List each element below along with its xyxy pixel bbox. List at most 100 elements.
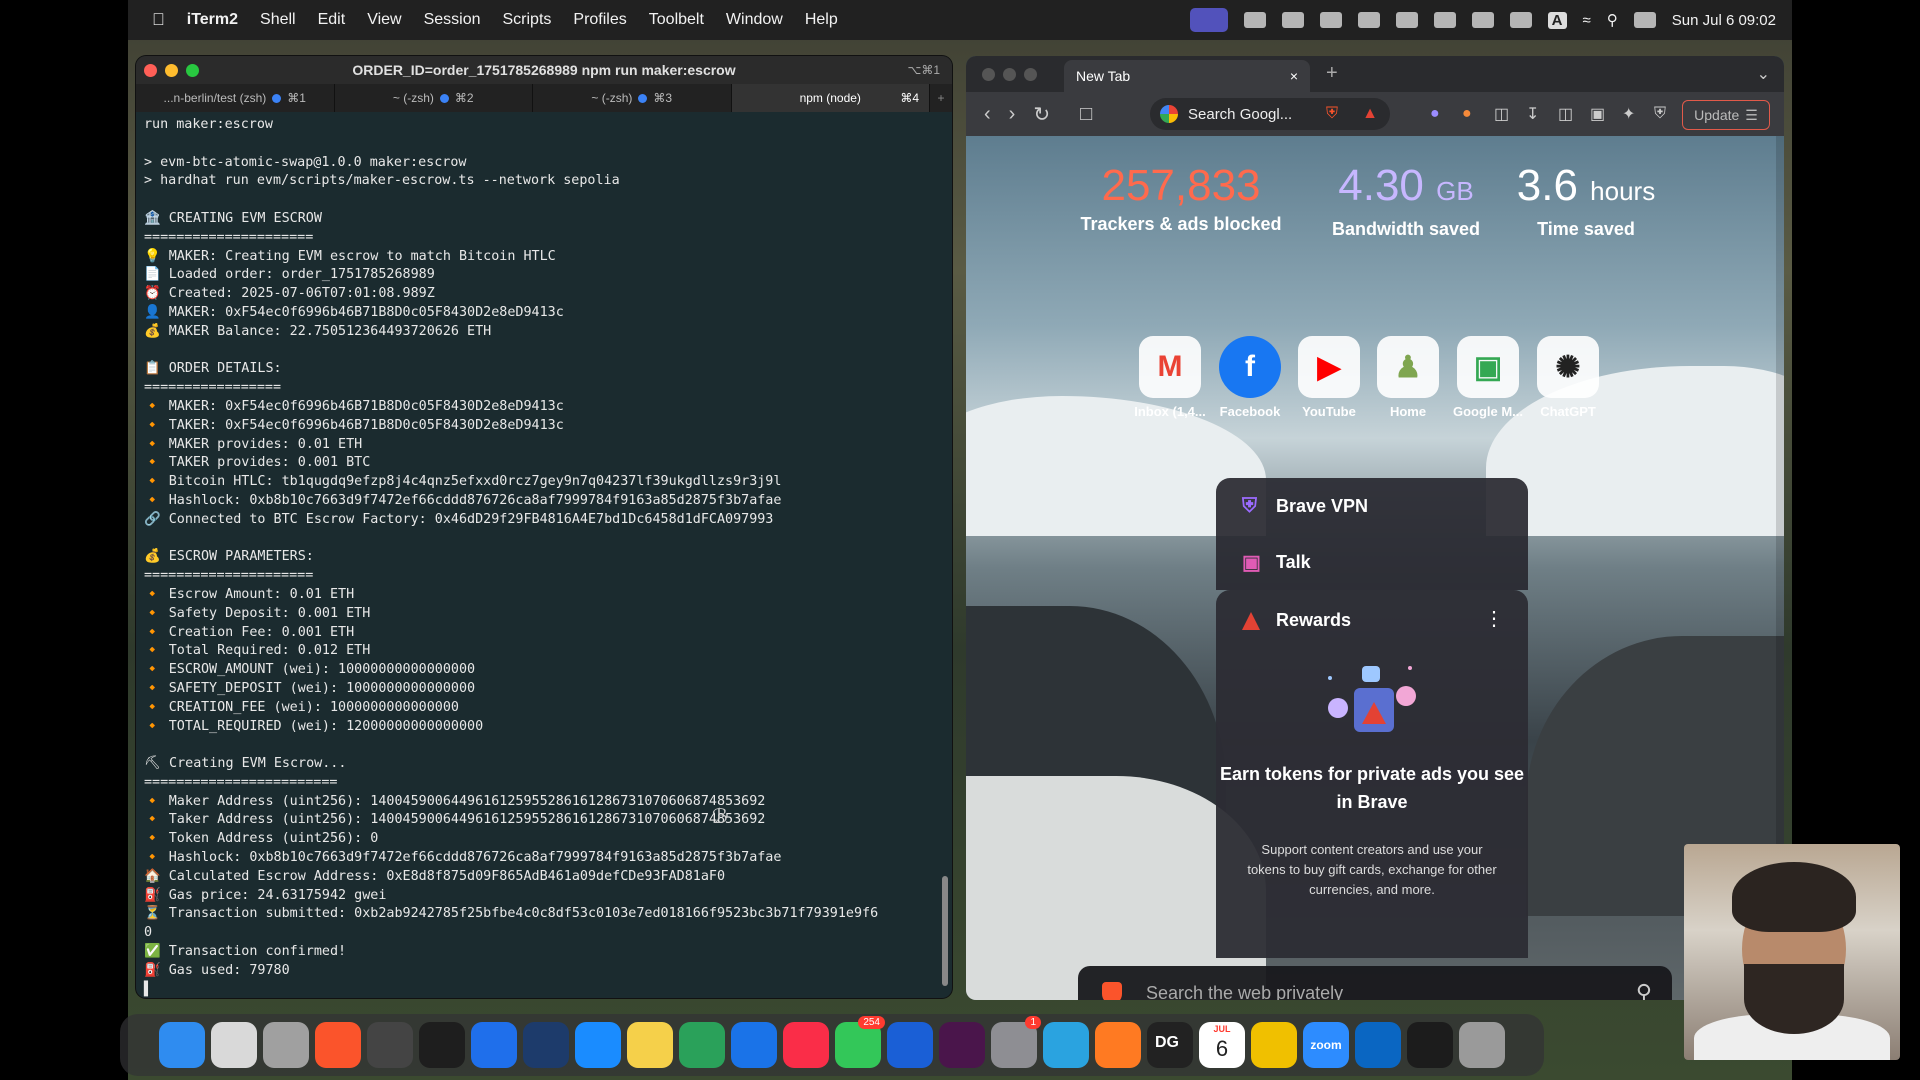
dock-telegram-icon[interactable] bbox=[1043, 1022, 1089, 1068]
screen-share-icon[interactable] bbox=[1189, 8, 1228, 32]
brave-window: New Tab × + ⌄ ‹ › ↻ □ Search Googl... ⛨ … bbox=[966, 56, 1784, 1000]
menu-item-profiles[interactable]: Profiles bbox=[573, 11, 626, 29]
terminal-line: > evm-btc-atomic-swap@1.0.0 maker:escrow bbox=[144, 154, 467, 170]
close-tab-icon[interactable]: × bbox=[1290, 68, 1298, 84]
menu-item-app[interactable]: iTerm2 bbox=[187, 11, 238, 29]
tab-search-chevron-icon[interactable]: ⌄ bbox=[1757, 64, 1770, 84]
dock-app-store-icon[interactable] bbox=[575, 1022, 621, 1068]
dock-app-gray-icon[interactable] bbox=[367, 1022, 413, 1068]
new-tab-button[interactable]: + bbox=[1326, 62, 1338, 85]
zoom-window-icon[interactable] bbox=[1024, 67, 1037, 81]
card-title: Brave VPN bbox=[1276, 495, 1369, 516]
spotlight-icon[interactable]: ⚲ bbox=[1607, 11, 1618, 29]
dock-calendar-icon[interactable]: JUL 6 bbox=[1199, 1022, 1245, 1068]
control-center-icon[interactable] bbox=[1633, 12, 1656, 28]
brave-rewards-card[interactable]: Rewards ⋮ Earn tokens for private ads yo… bbox=[1216, 590, 1528, 958]
iterm-tab-4[interactable]: npm (node) ⌘4 bbox=[731, 84, 930, 112]
dock-notes-pad-icon[interactable] bbox=[263, 1022, 309, 1068]
search-icon[interactable]: ⚲ bbox=[1636, 980, 1652, 1000]
tab-label: ~ (-zsh) bbox=[392, 91, 434, 105]
iterm-tab-1[interactable]: ...n-berlin/test (zsh) ⌘1 bbox=[136, 84, 335, 112]
dock-datagrip-icon[interactable]: DG bbox=[1147, 1022, 1193, 1068]
tray-app-icon[interactable] bbox=[1319, 12, 1342, 28]
top-site-chatgpt[interactable]: ✺ ChatGPT bbox=[1528, 336, 1608, 419]
dock-zoom-icon[interactable]: zoom bbox=[1303, 1022, 1349, 1068]
dock-vscode-icon[interactable] bbox=[1355, 1022, 1401, 1068]
extension-icon[interactable]: ● bbox=[1430, 105, 1440, 123]
web-search-box[interactable]: Search the web privately ⚲ bbox=[1078, 966, 1672, 1000]
menu-item-shell[interactable]: Shell bbox=[260, 11, 296, 29]
leo-icon[interactable]: ✦ bbox=[1622, 104, 1635, 124]
brave-shields-icon[interactable]: ⛨ bbox=[1326, 105, 1338, 123]
dock-photos-icon[interactable] bbox=[1251, 1022, 1297, 1068]
dock-sublime-icon[interactable] bbox=[1095, 1022, 1141, 1068]
wallet-icon[interactable]: ▣ bbox=[1590, 104, 1605, 124]
dock-bluetooth-icon[interactable] bbox=[471, 1022, 517, 1068]
dock-launchpad-icon[interactable] bbox=[211, 1022, 257, 1068]
tray-app-icon[interactable] bbox=[1281, 12, 1304, 28]
iterm-tab-3[interactable]: ~ (-zsh) ⌘3 bbox=[533, 84, 732, 112]
dock-brave-icon[interactable] bbox=[315, 1022, 361, 1068]
top-site-facebook[interactable]: f Facebook bbox=[1210, 336, 1290, 419]
tray-app-icon[interactable] bbox=[1357, 12, 1380, 28]
reload-icon[interactable]: ↻ bbox=[1033, 102, 1050, 127]
menu-item-toolbelt[interactable]: Toolbelt bbox=[649, 11, 704, 29]
bookmark-icon[interactable]: □ bbox=[1080, 103, 1092, 126]
dock-accessibility-icon[interactable] bbox=[731, 1022, 777, 1068]
menu-item-window[interactable]: Window bbox=[726, 11, 783, 29]
top-site-google-meet[interactable]: ▣ Google M... bbox=[1448, 336, 1528, 419]
dock-system-settings-icon[interactable]: 1 bbox=[991, 1016, 1041, 1068]
forward-icon[interactable]: › bbox=[1009, 103, 1016, 126]
dock-app-blue-icon[interactable] bbox=[523, 1022, 569, 1068]
terminal-line: 🏠 Calculated Escrow Address: 0xE8d8f875d… bbox=[144, 868, 726, 884]
dock-1password-icon[interactable] bbox=[887, 1022, 933, 1068]
dock-app-green-icon[interactable] bbox=[679, 1022, 725, 1068]
iterm-tab-2[interactable]: ~ (-zsh) ⌘2 bbox=[335, 84, 533, 112]
update-button[interactable]: Update ☰ bbox=[1682, 100, 1770, 130]
close-window-icon[interactable] bbox=[982, 67, 995, 81]
top-site-youtube[interactable]: ▶ YouTube bbox=[1289, 336, 1369, 419]
battery-icon[interactable] bbox=[1509, 12, 1532, 28]
dock-messages-icon[interactable]: 254 bbox=[835, 1016, 885, 1068]
menu-item-help[interactable]: Help bbox=[805, 11, 838, 29]
address-bar[interactable]: Search Googl... ⛨ ▲ bbox=[1150, 98, 1390, 130]
top-site-home[interactable]: ♟ Home bbox=[1368, 336, 1448, 419]
dock-notes-icon[interactable] bbox=[627, 1022, 673, 1068]
dock-activity-monitor-icon[interactable] bbox=[1407, 1022, 1453, 1068]
more-options-icon[interactable]: ⋮ bbox=[1484, 606, 1504, 631]
download-icon[interactable]: ↧ bbox=[1526, 104, 1539, 124]
top-site-gmail[interactable]: M Inbox (1,4... bbox=[1130, 336, 1210, 419]
menu-item-view[interactable]: View bbox=[367, 11, 401, 29]
dock-finder-icon[interactable] bbox=[159, 1022, 205, 1068]
terminal-output[interactable]: run maker:escrow > evm-btc-atomic-swap@1.… bbox=[136, 112, 952, 998]
brave-vpn-card[interactable]: ⛨ Brave VPN bbox=[1216, 478, 1528, 534]
extensions-puzzle-icon[interactable]: ◫ bbox=[1494, 104, 1509, 124]
menu-item-scripts[interactable]: Scripts bbox=[503, 11, 552, 29]
back-icon[interactable]: ‹ bbox=[984, 103, 991, 126]
vpn-icon[interactable]: ⛨ bbox=[1654, 105, 1666, 123]
wifi-icon[interactable]: ≈ bbox=[1583, 12, 1591, 29]
stat-label: Time saved bbox=[1537, 219, 1635, 239]
tray-app-icon[interactable] bbox=[1471, 12, 1494, 28]
apple-menu-icon[interactable]:  bbox=[152, 10, 165, 30]
extension-icon[interactable]: ● bbox=[1462, 105, 1472, 123]
minimize-window-icon[interactable] bbox=[1003, 67, 1016, 81]
terminal-scrollbar[interactable] bbox=[942, 876, 948, 986]
terminal-line: 🔸 MAKER: 0xF54ec0f6996b46B71B8D0c05F8430… bbox=[144, 398, 564, 414]
sidebar-icon[interactable]: ◫ bbox=[1558, 104, 1573, 124]
tray-app-icon[interactable] bbox=[1243, 12, 1266, 28]
browser-tab-new-tab[interactable]: New Tab × bbox=[1064, 60, 1310, 92]
menu-bar-clock[interactable]: Sun Jul 6 09:02 bbox=[1672, 12, 1776, 29]
dock-trash-icon[interactable] bbox=[1459, 1022, 1505, 1068]
brave-talk-card[interactable]: ▣ Talk bbox=[1216, 534, 1528, 590]
new-tab-button[interactable]: + bbox=[930, 84, 952, 112]
dock-slack-icon[interactable] bbox=[939, 1022, 985, 1068]
input-source-icon[interactable]: A bbox=[1547, 11, 1567, 29]
dock-terminal-icon[interactable] bbox=[419, 1022, 465, 1068]
brave-rewards-icon[interactable]: ▲ bbox=[1362, 105, 1378, 123]
menu-item-edit[interactable]: Edit bbox=[318, 11, 346, 29]
menu-item-session[interactable]: Session bbox=[424, 11, 481, 29]
dock-music-icon[interactable] bbox=[783, 1022, 829, 1068]
tray-app-icon[interactable] bbox=[1395, 12, 1418, 28]
tray-app-icon[interactable] bbox=[1433, 12, 1456, 28]
